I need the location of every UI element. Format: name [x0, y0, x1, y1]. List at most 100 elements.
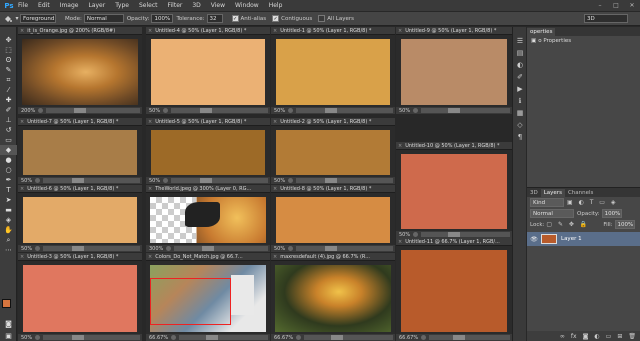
document-window[interactable]: × Untitled-1 @ 50% (Layer 1, RGB/8) * 50% — [271, 27, 395, 114]
dodge-tool-icon[interactable]: ○ — [0, 165, 17, 175]
scrollbar-thumb[interactable] — [72, 246, 85, 251]
zoom-level[interactable]: 200% — [21, 108, 35, 114]
info-panel-icon[interactable]: ℹ — [513, 95, 527, 107]
minimize-button[interactable]: – — [592, 0, 608, 11]
zoom-level[interactable]: 50% — [274, 246, 285, 252]
zoom-level[interactable]: 66.67% — [149, 335, 168, 341]
fill-source-select[interactable]: Foreground — [20, 14, 56, 23]
close-document-icon[interactable]: × — [148, 186, 152, 192]
document-tab[interactable]: × Untitled-3 @ 50% (Layer 1, RGB/8) * — [18, 253, 142, 261]
document-window[interactable]: × it_is_Orange.jpg @ 200% (RGB/8#) 200% — [18, 27, 142, 114]
mode-select[interactable]: Normal — [83, 14, 124, 23]
layer-opacity-field[interactable]: 100% — [601, 209, 622, 218]
eyedropper-tool-icon[interactable]: ⁄ — [0, 85, 17, 95]
brush-tool-icon[interactable]: ✐ — [0, 105, 17, 115]
zoom-tool-icon[interactable]: ⌕ — [0, 235, 17, 245]
tab-layers[interactable]: Layers — [540, 189, 565, 197]
type-tool-icon[interactable]: T — [0, 185, 17, 195]
status-menu-icon[interactable] — [171, 335, 177, 340]
filter-icons[interactable]: ▣ ◐ T ▭ ◈ — [567, 199, 617, 206]
3d-tool-icon[interactable]: ◈ — [0, 215, 17, 225]
tolerance-field[interactable]: 32 — [206, 14, 223, 23]
close-document-icon[interactable]: × — [273, 186, 277, 192]
close-document-icon[interactable]: × — [273, 254, 277, 260]
zoom-level[interactable]: 50% — [399, 232, 410, 238]
antialias-checkbox[interactable]: ✓ — [231, 15, 239, 22]
add-mask-icon[interactable]: ◙ — [583, 333, 589, 340]
all-layers-checkbox[interactable] — [318, 15, 326, 22]
status-menu-icon[interactable] — [35, 246, 41, 251]
document-canvas[interactable] — [22, 39, 138, 105]
document-canvas[interactable] — [276, 130, 390, 175]
menu-type[interactable]: Type — [115, 2, 129, 9]
menu-filter[interactable]: Filter — [168, 2, 183, 9]
foreground-color-swatch[interactable] — [2, 299, 11, 308]
document-tab[interactable]: × Colors_Do_Not_Match.jpg @ 66.7... — [146, 253, 270, 261]
maximize-button[interactable]: □ — [608, 0, 624, 11]
horizontal-scrollbar[interactable] — [296, 246, 393, 251]
horizontal-scrollbar[interactable] — [46, 108, 140, 113]
document-canvas[interactable] — [276, 197, 390, 243]
document-tab[interactable]: × maxresdefault (4).jpg @ 66.7% (R... — [271, 253, 395, 261]
horizontal-scrollbar[interactable] — [43, 335, 140, 340]
zoom-level[interactable]: 50% — [21, 178, 32, 184]
tab-channels[interactable]: Channels — [565, 189, 596, 197]
move-tool-icon[interactable]: ✥ — [0, 35, 17, 45]
fill-field[interactable]: 100% — [614, 220, 635, 229]
zoom-level[interactable]: 300% — [149, 246, 163, 252]
scrollbar-thumb[interactable] — [330, 335, 343, 340]
document-window[interactable]: × Untitled-5 @ 50% (Layer 1, RGB/8) * 50% — [146, 118, 270, 184]
close-document-icon[interactable]: × — [398, 28, 402, 34]
document-canvas[interactable] — [151, 130, 265, 175]
workspace-select[interactable]: 3D — [584, 14, 628, 23]
horizontal-scrollbar[interactable] — [304, 335, 393, 340]
document-tab[interactable]: × Untitled-2 @ 50% (Layer 1, RGB/8) * — [271, 118, 395, 126]
properties-panel-icon[interactable]: ▤ — [513, 47, 527, 59]
horizontal-scrollbar[interactable] — [296, 178, 393, 183]
close-document-icon[interactable]: × — [148, 119, 152, 125]
document-canvas[interactable] — [401, 250, 507, 332]
close-document-icon[interactable]: × — [273, 119, 277, 125]
scrollbar-thumb[interactable] — [325, 178, 338, 183]
status-menu-icon[interactable] — [413, 232, 419, 237]
document-canvas[interactable] — [401, 154, 507, 229]
swatches-panel-icon[interactable]: ▦ — [513, 107, 527, 119]
menu-window[interactable]: Window — [235, 2, 259, 9]
menu-help[interactable]: Help — [269, 2, 283, 9]
horizontal-scrollbar[interactable] — [421, 108, 510, 113]
styles-panel-icon[interactable]: ◇ — [513, 119, 527, 131]
crop-tool-icon[interactable]: ⌗ — [0, 75, 17, 85]
adjustment-layer-icon[interactable]: ◐ — [594, 333, 599, 340]
history-brush-tool-icon[interactable]: ↺ — [0, 125, 17, 135]
horizontal-scrollbar[interactable] — [171, 178, 268, 183]
close-document-icon[interactable]: × — [20, 186, 24, 192]
document-window[interactable]: × TheWorld.jpeg @ 300% (Layer 0, RG... 300… — [146, 185, 270, 252]
document-tab[interactable]: × Untitled-11 @ 66.7% (Layer 1, RGB/... — [396, 238, 512, 246]
document-tab[interactable]: × TheWorld.jpeg @ 300% (Layer 0, RG... — [146, 185, 270, 193]
document-tab[interactable]: × Untitled-9 @ 50% (Layer 1, RGB/8) * — [396, 27, 512, 35]
status-menu-icon[interactable] — [35, 178, 41, 183]
link-layers-icon[interactable]: ∞ — [560, 333, 565, 340]
horizontal-scrollbar[interactable] — [429, 335, 510, 340]
status-menu-icon[interactable] — [288, 108, 294, 113]
document-tab[interactable]: × Untitled-1 @ 50% (Layer 1, RGB/8) * — [271, 27, 395, 35]
adjustments-panel-icon[interactable]: ◐ — [513, 59, 527, 71]
document-window[interactable]: × Untitled-8 @ 50% (Layer 1, RGB/8) * 50% — [271, 185, 395, 252]
scrollbar-thumb[interactable] — [200, 108, 213, 113]
quick-selection-tool-icon[interactable]: ✎ — [0, 65, 17, 75]
eraser-tool-icon[interactable]: ▭ — [0, 135, 17, 145]
document-canvas[interactable] — [23, 265, 137, 332]
horizontal-scrollbar[interactable] — [43, 246, 140, 251]
close-document-icon[interactable]: × — [20, 254, 24, 260]
visibility-eye-icon[interactable]: 👁 — [527, 236, 541, 243]
status-menu-icon[interactable] — [421, 335, 427, 340]
new-layer-icon[interactable]: ⊞ — [617, 333, 622, 340]
status-menu-icon[interactable] — [163, 178, 169, 183]
pen-tool-icon[interactable]: ✒ — [0, 175, 17, 185]
document-window[interactable]: × Untitled-3 @ 50% (Layer 1, RGB/8) * 50% — [18, 253, 142, 341]
menu-3d[interactable]: 3D — [192, 2, 200, 9]
scrollbar-thumb[interactable] — [453, 335, 466, 340]
history-panel-icon[interactable]: ☰ — [513, 35, 527, 47]
close-document-icon[interactable]: × — [148, 28, 152, 34]
document-tab[interactable]: × Untitled-10 @ 50% (Layer 1, RGB/8) * — [396, 142, 512, 150]
